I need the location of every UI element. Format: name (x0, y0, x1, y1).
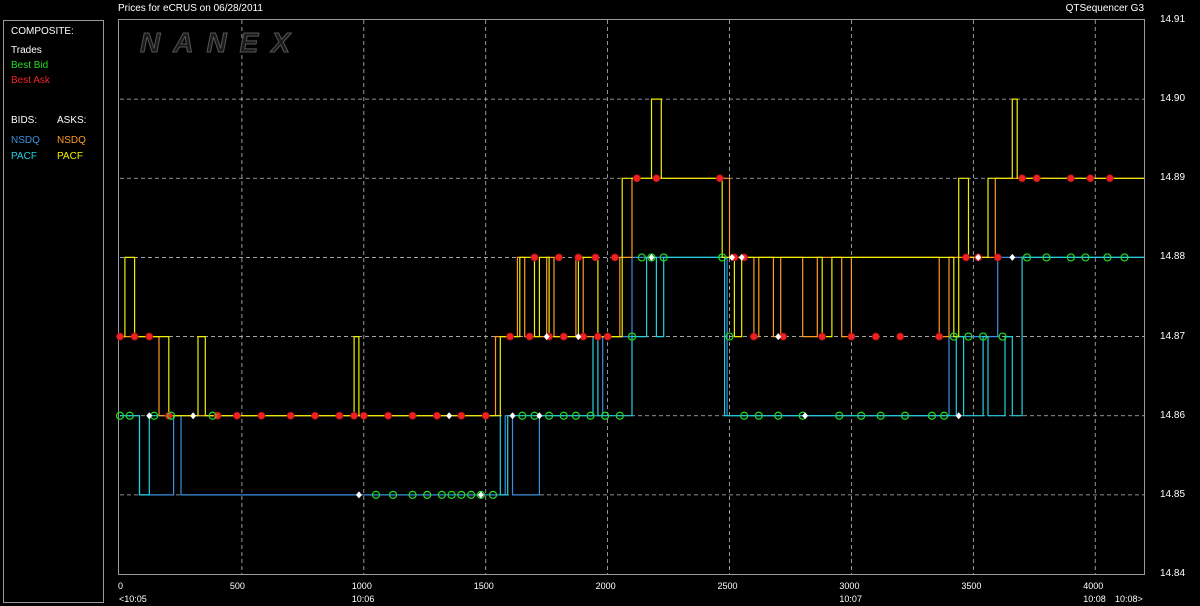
y-tick-label: 14.89 (1160, 172, 1186, 184)
best-ask-marker (335, 411, 344, 420)
best-ask-marker (993, 253, 1002, 262)
best-ask-marker (1032, 174, 1041, 183)
trade-marker (446, 412, 453, 420)
best-ask-marker (457, 411, 466, 420)
best-ask-marker (506, 332, 514, 341)
best-ask-marker (530, 253, 539, 262)
best-ask-marker (554, 253, 563, 262)
best-ask-marker (611, 253, 619, 262)
y-tick-label: 14.85 (1160, 488, 1186, 500)
x-tick-label: 3000 (839, 581, 860, 591)
y-tick-label: 14.84 (1160, 568, 1186, 579)
y-tick-label: 14.91 (1160, 14, 1186, 25)
best-ask-marker (652, 174, 661, 183)
best-ask-marker (257, 411, 266, 420)
x-tick-label: 2500 (717, 581, 738, 591)
trade-marker (190, 412, 197, 420)
x-tick-label: 4000 (1083, 581, 1104, 591)
trade-marker (802, 412, 809, 420)
best-ask-marker (559, 332, 568, 341)
x-tick-label: 0 (118, 581, 124, 591)
x-time-label: 10:06 (351, 594, 375, 604)
best-ask-marker (130, 332, 139, 341)
best-ask-marker (632, 174, 641, 183)
x-end-label: 10:08> (1115, 594, 1143, 604)
best-ask-marker (593, 332, 602, 341)
best-ask-marker (574, 253, 583, 262)
best-ask-marker (1086, 174, 1095, 183)
best-ask-marker (962, 253, 970, 262)
best-ask-marker (603, 332, 612, 341)
x-tick-label: 1000 (351, 581, 372, 591)
best-ask-marker (847, 332, 856, 341)
y-tick-label: 14.87 (1160, 330, 1186, 342)
y-tick-label: 14.86 (1160, 409, 1186, 421)
best-ask-marker (896, 332, 905, 341)
best-ask-marker (408, 411, 417, 420)
best-ask-marker (1105, 174, 1114, 183)
best-ask-marker (384, 411, 393, 420)
best-ask-marker (311, 411, 319, 420)
best-ask-marker (350, 411, 358, 420)
x-tick-label: 1500 (473, 581, 494, 591)
best-ask-marker (1066, 174, 1075, 183)
best-ask-marker (871, 332, 880, 341)
best-ask-marker (525, 332, 534, 341)
best-ask-marker (233, 411, 241, 420)
trade-marker (355, 491, 362, 499)
x-tick-label: 500 (229, 581, 245, 591)
trade-marker (509, 412, 516, 420)
best-ask-marker (116, 332, 124, 341)
x-time-label: 10:08 (1083, 594, 1106, 604)
best-ask-marker (750, 332, 758, 341)
y-tick-label: 14.88 (1160, 251, 1186, 263)
x-tick-label: 3500 (961, 581, 982, 591)
best-ask-marker (818, 332, 827, 341)
x-tick-label: 2000 (595, 581, 616, 591)
best-ask-marker (1018, 174, 1026, 183)
y-tick-label: 14.90 (1160, 93, 1186, 105)
best-ask-marker (145, 332, 154, 341)
best-ask-marker (359, 411, 368, 420)
best-ask-marker (715, 174, 724, 183)
best-ask-marker (433, 411, 441, 420)
trade-marker (1009, 253, 1016, 261)
watermark-logo: NANEX (139, 27, 304, 59)
best-ask-marker (591, 253, 600, 262)
x-time-label: 10:07 (839, 594, 862, 604)
best-ask-marker (286, 411, 295, 420)
best-ask-marker (481, 411, 490, 420)
best-ask-marker (935, 332, 944, 341)
price-chart (115, 20, 1144, 574)
x-time-label: <10:05 (119, 594, 147, 604)
